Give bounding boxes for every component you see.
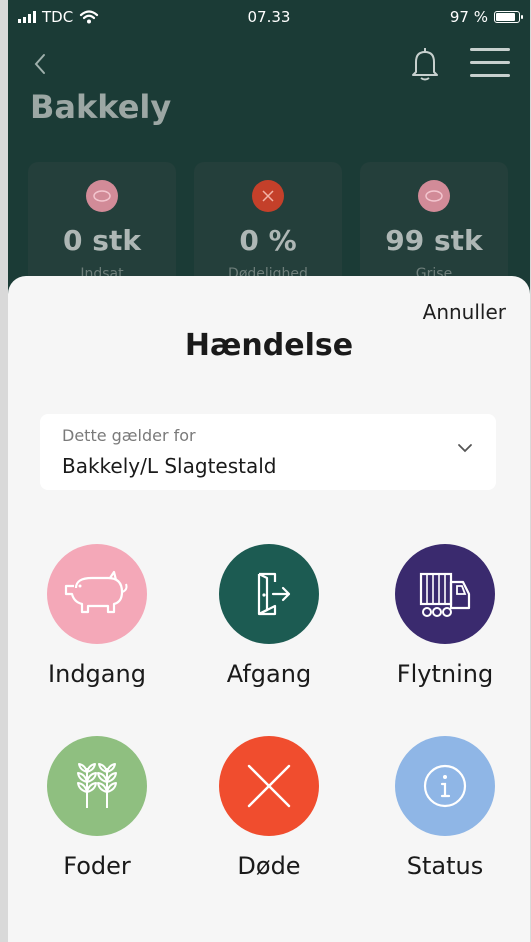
wheat-icon bbox=[47, 736, 147, 836]
back-chevron-icon[interactable] bbox=[32, 52, 48, 76]
action-doede[interactable]: Døde bbox=[184, 736, 354, 880]
pig-icon bbox=[86, 180, 118, 212]
cancel-button[interactable]: Annuller bbox=[423, 300, 506, 324]
action-label: Foder bbox=[63, 852, 131, 880]
pig-icon bbox=[418, 180, 450, 212]
stat-tile-grise[interactable]: 99 stk Grise bbox=[360, 162, 508, 292]
action-foder[interactable]: Foder bbox=[12, 736, 182, 880]
battery-icon bbox=[494, 11, 523, 23]
stat-value: 0 stk bbox=[63, 224, 141, 257]
status-right: 97 % bbox=[449, 8, 523, 26]
chevron-down-icon bbox=[458, 444, 472, 453]
stat-value: 0 % bbox=[239, 224, 297, 257]
page-title: Bakkely bbox=[30, 88, 172, 126]
hamburger-menu-icon[interactable] bbox=[470, 48, 510, 87]
action-label: Afgang bbox=[226, 660, 312, 688]
action-status[interactable]: Status bbox=[360, 736, 530, 880]
applies-to-select[interactable]: Dette gælder for Bakkely/L Slagtestald bbox=[40, 414, 496, 490]
stat-tile-indsat[interactable]: 0 stk Indsat bbox=[28, 162, 176, 292]
sheet-title: Hændelse bbox=[184, 328, 354, 363]
action-flytning[interactable]: Flytning bbox=[360, 544, 530, 688]
door-exit-icon bbox=[219, 544, 319, 644]
event-bottom-sheet: Annuller Hændelse Dette gælder for Bakke… bbox=[8, 276, 530, 942]
action-afgang[interactable]: Afgang bbox=[184, 544, 354, 688]
action-label: Indgang bbox=[48, 660, 146, 688]
close-icon bbox=[219, 736, 319, 836]
select-value: Bakkely/L Slagtestald bbox=[62, 454, 277, 478]
bell-icon[interactable] bbox=[410, 46, 440, 82]
info-icon bbox=[395, 736, 495, 836]
battery-percent: 97 % bbox=[449, 8, 488, 26]
action-label: Døde bbox=[237, 852, 301, 880]
action-label: Status bbox=[406, 852, 484, 880]
truck-icon bbox=[395, 544, 495, 644]
action-label: Flytning bbox=[396, 660, 494, 688]
action-indgang[interactable]: Indgang bbox=[12, 544, 182, 688]
select-label: Dette gælder for bbox=[62, 426, 196, 445]
status-bar: TDC 07.33 97 % bbox=[8, 6, 530, 30]
pig-icon bbox=[47, 544, 147, 644]
stat-tile-doedelighed[interactable]: 0 % Dødelighed bbox=[194, 162, 342, 292]
close-icon bbox=[252, 180, 284, 212]
phone-screen: TDC 07.33 97 % Bakkely 0 stk Indsat 0 % … bbox=[8, 0, 530, 942]
stat-value: 99 stk bbox=[385, 224, 483, 257]
